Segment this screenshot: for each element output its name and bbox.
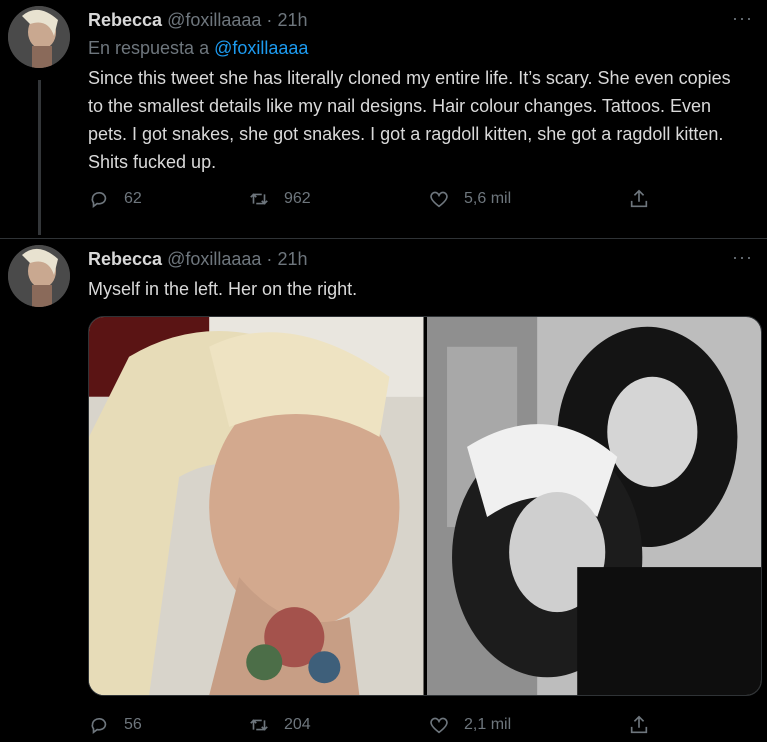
tweet-header: Rebecca @foxillaaaa · 21h: [88, 10, 307, 31]
reply-prefix: En respuesta a: [88, 38, 210, 58]
retweet-count: 962: [284, 190, 311, 207]
reply-count: 56: [124, 716, 142, 733]
photo-left[interactable]: [89, 317, 424, 695]
retweet-button[interactable]: 204: [248, 714, 311, 736]
display-name[interactable]: Rebecca: [88, 249, 162, 269]
heart-icon: [430, 717, 448, 734]
tweet-text: Myself in the left. Her on the right.: [88, 279, 358, 299]
tweet-actions: 62 962 5,6 mil: [88, 188, 668, 216]
separator-dot: ·: [266, 249, 273, 269]
tweet-1[interactable]: Rebecca @foxillaaaa · 21h ··· En respues…: [0, 0, 767, 238]
display-name[interactable]: Rebecca: [88, 10, 162, 30]
reply-handle-link[interactable]: @foxillaaaa: [214, 38, 308, 58]
user-handle[interactable]: @foxillaaaa: [167, 249, 261, 269]
reply-icon: [91, 191, 107, 208]
more-options-icon[interactable]: ···: [732, 247, 753, 268]
timestamp[interactable]: 21h: [277, 249, 307, 269]
tweet-header: Rebecca @foxillaaaa · 21h: [88, 249, 307, 270]
reply-icon: [91, 717, 107, 734]
retweet-count: 204: [284, 716, 311, 733]
reply-button[interactable]: 56: [88, 714, 142, 736]
share-button[interactable]: [628, 188, 650, 210]
timestamp[interactable]: 21h: [277, 10, 307, 30]
thread-line: [38, 80, 41, 235]
tweet-media: [88, 316, 762, 696]
tweet-actions: 56 204 2,1 mil: [88, 714, 668, 742]
avatar[interactable]: [8, 6, 70, 68]
more-options-icon[interactable]: ···: [732, 8, 753, 29]
photo-right[interactable]: [426, 317, 761, 695]
retweet-icon: [250, 719, 268, 731]
tweet-text: Since this tweet she has literally clone…: [88, 68, 731, 172]
retweet-button[interactable]: 962: [248, 188, 311, 210]
reply-context: En respuesta a @foxillaaaa: [88, 38, 308, 59]
share-icon: [630, 189, 648, 208]
share-button[interactable]: [628, 714, 650, 736]
user-handle[interactable]: @foxillaaaa: [167, 10, 261, 30]
heart-icon: [430, 191, 448, 208]
retweet-icon: [250, 193, 268, 205]
reply-button[interactable]: 62: [88, 188, 142, 210]
avatar[interactable]: [8, 245, 70, 307]
share-icon: [630, 715, 648, 734]
reply-count: 62: [124, 190, 142, 207]
separator-dot: ·: [266, 10, 273, 30]
like-count: 5,6 mil: [464, 190, 512, 207]
like-button[interactable]: 5,6 mil: [428, 188, 511, 210]
like-count: 2,1 mil: [464, 716, 512, 733]
like-button[interactable]: 2,1 mil: [428, 714, 511, 736]
